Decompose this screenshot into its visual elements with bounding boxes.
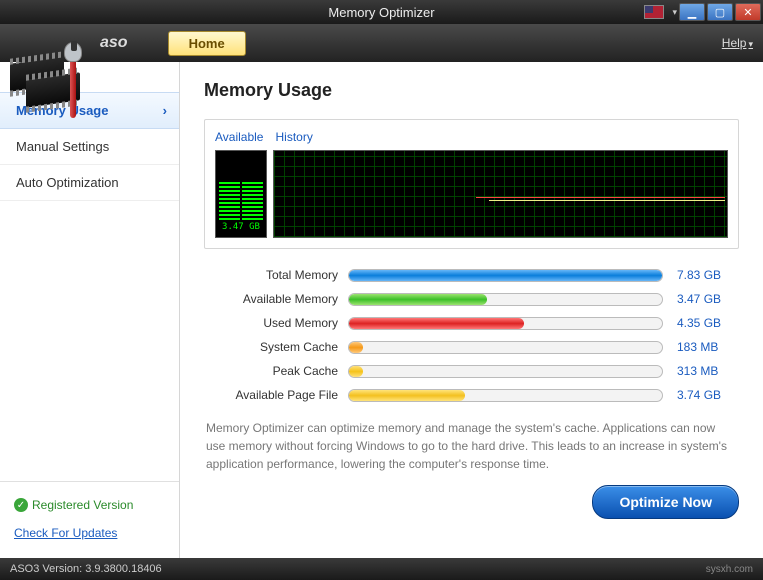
version-label: ASO3 Version: 3.9.3800.18406 <box>10 563 162 575</box>
stat-row-used-memory: Used Memory 4.35 GB <box>208 311 735 335</box>
language-arrow-icon[interactable]: ▾ <box>672 7 677 18</box>
stat-row-page-file: Available Page File 3.74 GB <box>208 383 735 407</box>
memory-graph-panel: Available History 3.47 GB <box>204 119 739 249</box>
sidebar-item-manual-settings[interactable]: Manual Settings <box>0 129 179 165</box>
progress-bar <box>348 341 663 354</box>
page-title: Memory Usage <box>204 80 739 101</box>
chevron-down-icon: ▾ <box>748 39 753 49</box>
titlebar: Memory Optimizer ▾ ▁ ▢ ✕ <box>0 0 763 24</box>
sidebar: Memory Usage Manual Settings Auto Optimi… <box>0 62 180 558</box>
description-text: Memory Optimizer can optimize memory and… <box>206 419 737 473</box>
watermark: sysxh.com <box>706 564 753 575</box>
progress-bar <box>348 317 663 330</box>
stat-row-available-memory: Available Memory 3.47 GB <box>208 287 735 311</box>
stat-row-peak-cache: Peak Cache 313 MB <box>208 359 735 383</box>
statusbar: ASO3 Version: 3.9.3800.18406 sysxh.com <box>0 558 763 580</box>
progress-bar <box>348 389 663 402</box>
stat-row-system-cache: System Cache 183 MB <box>208 335 735 359</box>
progress-bar <box>348 293 663 306</box>
panel-tab-history[interactable]: History <box>275 130 312 144</box>
menubar: aso Home Help▾ <box>0 24 763 62</box>
panel-tab-available[interactable]: Available <box>215 130 263 144</box>
window-title: Memory Optimizer <box>328 5 434 20</box>
brand-label: aso <box>100 34 128 52</box>
registered-status: ✓ Registered Version <box>14 492 165 518</box>
help-menu[interactable]: Help▾ <box>722 36 753 50</box>
sidebar-item-auto-optimization[interactable]: Auto Optimization <box>0 165 179 201</box>
gauge-value: 3.47 GB <box>219 222 263 232</box>
tab-home[interactable]: Home <box>168 31 246 56</box>
stat-row-total-memory: Total Memory 7.83 GB <box>208 263 735 287</box>
main-panel: Memory Usage Available History 3.47 GB T… <box>180 62 763 558</box>
stats-list: Total Memory 7.83 GB Available Memory 3.… <box>208 263 735 407</box>
history-graph <box>273 150 728 238</box>
optimize-now-button[interactable]: Optimize Now <box>592 485 739 519</box>
maximize-button[interactable]: ▢ <box>707 3 733 21</box>
check-updates-link[interactable]: Check For Updates <box>14 518 165 548</box>
available-gauge: 3.47 GB <box>215 150 267 238</box>
minimize-button[interactable]: ▁ <box>679 3 705 21</box>
close-button[interactable]: ✕ <box>735 3 761 21</box>
app-logo-icon <box>4 42 94 122</box>
check-icon: ✓ <box>14 498 28 512</box>
progress-bar <box>348 365 663 378</box>
language-flag-icon[interactable] <box>644 5 664 19</box>
progress-bar <box>348 269 663 282</box>
